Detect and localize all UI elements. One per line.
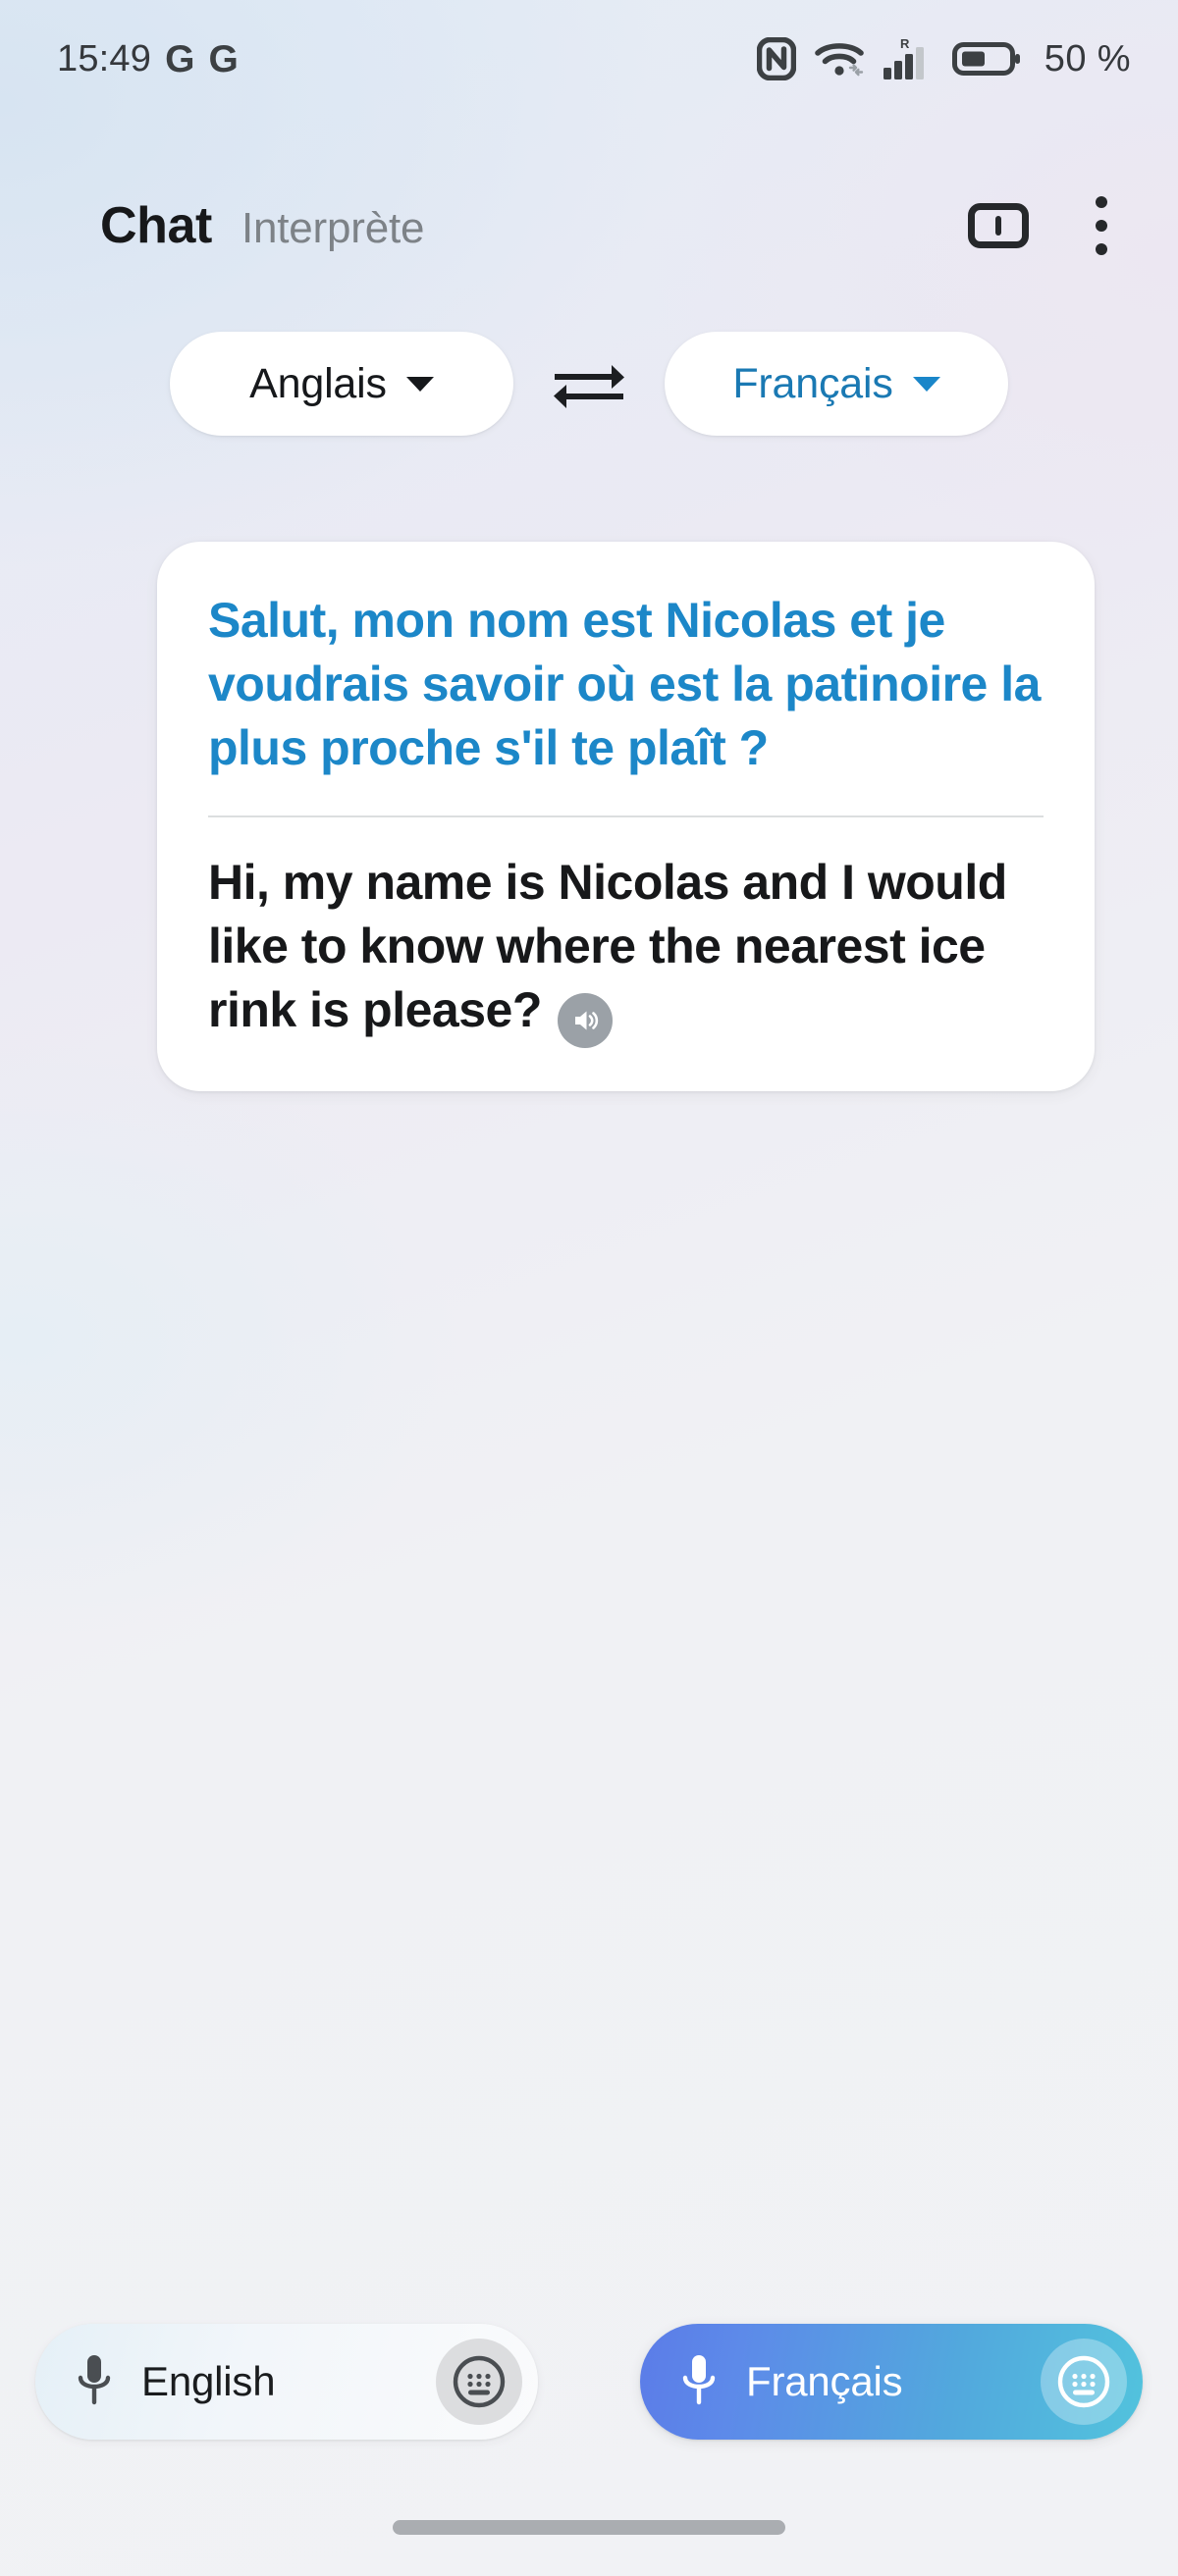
source-language-chip[interactable]: Anglais <box>170 332 513 436</box>
svg-text:R: R <box>900 36 910 51</box>
tab-interprete[interactable]: Interprète <box>241 204 425 253</box>
source-mic-button[interactable]: English <box>35 2324 538 2440</box>
source-language-label: Anglais <box>249 359 387 407</box>
swap-horizontal-icon[interactable] <box>551 355 627 412</box>
tab-chat[interactable]: Chat <box>100 196 212 255</box>
gesture-navigation-bar[interactable] <box>393 2520 785 2535</box>
target-mic-button[interactable]: Français <box>640 2324 1143 2440</box>
target-language-label: Français <box>732 359 893 407</box>
bottom-action-bar: English Français <box>0 2313 1178 2450</box>
nfc-icon <box>756 37 796 80</box>
target-language-chip[interactable]: Français <box>665 332 1008 436</box>
source-text-block: Hi, my name is Nicolas and I would like … <box>208 851 1044 1048</box>
google-app-badge-icon: G <box>165 37 195 80</box>
card-divider <box>208 815 1044 817</box>
phone-screen: 15:49 G G R 50 % Chat Interprète Anglais… <box>0 0 1178 2576</box>
speaker-icon[interactable] <box>557 993 613 1048</box>
translation-card[interactable]: Salut, mon nom est Nicolas et je voudrai… <box>157 542 1095 1091</box>
microphone-icon-2 <box>682 2355 716 2405</box>
target-keyboard-icon[interactable] <box>1041 2339 1127 2425</box>
status-bar-right: R 50 % <box>756 35 1131 82</box>
overflow-menu-icon[interactable] <box>1086 190 1117 261</box>
cellular-signal-icon: R <box>883 36 924 79</box>
status-clock: 15:49 <box>57 37 152 79</box>
target-mic-label: Français <box>746 2358 903 2404</box>
microphone-icon <box>78 2355 111 2405</box>
status-bar: 15:49 G G R 50 % <box>0 0 1178 118</box>
source-keyboard-icon[interactable] <box>436 2339 522 2425</box>
google-app-badge-icon-2: G <box>208 37 239 80</box>
status-bar-left: 15:49 G G <box>57 38 239 80</box>
source-mic-label: English <box>141 2358 276 2404</box>
chevron-down-icon-2 <box>912 376 940 392</box>
language-selector-bar: Anglais Français <box>0 332 1178 436</box>
chevron-down-icon <box>405 376 434 392</box>
split-screen-icon[interactable] <box>968 203 1029 248</box>
wifi-icon <box>814 43 864 77</box>
battery-icon <box>951 42 1020 76</box>
app-bar: Chat Interprète <box>0 169 1178 283</box>
tab-bar: Chat Interprète <box>100 196 424 255</box>
battery-percentage: 50 % <box>1044 37 1131 79</box>
translated-text: Salut, mon nom est Nicolas et je voudrai… <box>208 593 1041 775</box>
app-bar-actions <box>968 190 1117 261</box>
